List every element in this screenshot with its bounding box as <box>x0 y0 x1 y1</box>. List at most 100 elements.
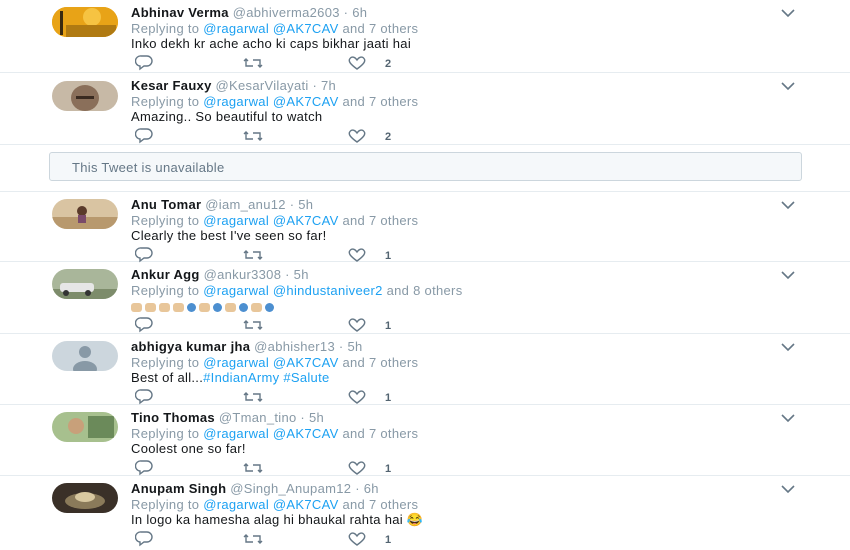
replying-suffix[interactable]: and 8 others <box>383 283 463 298</box>
retweet-icon[interactable] <box>242 531 264 547</box>
clap-emoji <box>239 303 248 312</box>
replying-suffix[interactable]: and 7 others <box>339 355 419 370</box>
handle-time[interactable]: @Singh_Anupam12 · 6h <box>230 481 379 496</box>
like-icon[interactable] <box>347 317 367 333</box>
tweet-text: Inko dekh kr ache acho ki caps bikhar ja… <box>131 36 412 51</box>
thumbs-up-emoji <box>145 303 156 312</box>
avatar-image <box>52 199 118 229</box>
display-name[interactable]: Ankur Agg <box>131 267 200 282</box>
mention-links[interactable]: @ragarwal @hindustaniveer2 <box>203 283 382 298</box>
tweet[interactable]: Abhinav Verma @abhiverma2603 · 6h Replyi… <box>0 0 850 73</box>
reply-icon[interactable] <box>135 247 153 263</box>
like-icon[interactable] <box>347 460 367 476</box>
replying-prefix: Replying to <box>131 497 204 512</box>
mention-links[interactable]: @ragarwal @AK7CAV <box>203 94 338 109</box>
chevron-down-icon[interactable] <box>780 411 796 423</box>
tweet[interactable]: abhigya kumar jha @abhisher13 · 5h Reply… <box>0 334 850 405</box>
retweet-icon[interactable] <box>242 55 264 71</box>
chevron-down-icon[interactable] <box>780 340 796 352</box>
replying-to: Replying to @ragarwal @AK7CAV and 7 othe… <box>131 213 418 228</box>
like-count: 1 <box>385 534 392 546</box>
tweet-header: Anu Tomar @iam_anu12 · 5h <box>131 197 313 212</box>
like-icon[interactable] <box>347 531 367 547</box>
reply-icon[interactable] <box>135 128 153 144</box>
display-name[interactable]: Anu Tomar <box>131 197 201 212</box>
handle-time[interactable]: @ankur3308 · 5h <box>204 267 309 282</box>
like-count: 1 <box>385 392 392 404</box>
replying-prefix: Replying to <box>131 213 204 228</box>
display-name[interactable]: Abhinav Verma <box>131 5 229 20</box>
retweet-icon[interactable] <box>242 128 264 144</box>
like-count: 1 <box>385 463 392 475</box>
reply-icon[interactable] <box>135 389 153 405</box>
replying-prefix: Replying to <box>131 283 204 298</box>
reply-icon[interactable] <box>135 317 153 333</box>
handle-time[interactable]: @Tman_tino · 5h <box>219 410 324 425</box>
mention-links[interactable]: @ragarwal @AK7CAV <box>203 21 338 36</box>
mention-links[interactable]: @ragarwal @AK7CAV <box>203 213 338 228</box>
emoji-row <box>131 299 331 312</box>
replying-suffix[interactable]: and 7 others <box>339 94 419 109</box>
avatar[interactable] <box>52 81 118 111</box>
thumbs-up-emoji <box>131 303 142 312</box>
mention-links[interactable]: @ragarwal @AK7CAV <box>203 497 338 512</box>
handle-time[interactable]: @abhisher13 · 5h <box>254 339 362 354</box>
display-name[interactable]: Anupam Singh <box>131 481 226 496</box>
reply-icon[interactable] <box>135 460 153 476</box>
avatar[interactable] <box>52 412 118 442</box>
replying-to: Replying to @ragarwal @hindustaniveer2 a… <box>131 283 463 298</box>
thumbs-up-emoji <box>159 303 170 312</box>
thumbs-up-emoji <box>225 303 236 312</box>
like-count: 1 <box>385 250 392 262</box>
replying-suffix[interactable]: and 7 others <box>339 497 419 512</box>
mention-links[interactable]: @ragarwal @AK7CAV <box>203 355 338 370</box>
avatar[interactable] <box>52 341 118 371</box>
replying-prefix: Replying to <box>131 355 204 370</box>
avatar[interactable] <box>52 269 118 299</box>
hashtag-links[interactable]: #IndianArmy #Salute <box>203 370 329 385</box>
reply-icon[interactable] <box>135 531 153 547</box>
handle-time[interactable]: @iam_anu12 · 5h <box>205 197 313 212</box>
retweet-icon[interactable] <box>242 317 264 333</box>
tweet[interactable]: Kesar Fauxy @KesarVilayati · 7h Replying… <box>0 73 850 145</box>
mention-links[interactable]: @ragarwal @AK7CAV <box>203 426 338 441</box>
retweet-icon[interactable] <box>242 389 264 405</box>
display-name[interactable]: Kesar Fauxy <box>131 78 212 93</box>
replying-suffix[interactable]: and 7 others <box>339 426 419 441</box>
like-icon[interactable] <box>347 389 367 405</box>
retweet-icon[interactable] <box>242 460 264 476</box>
like-icon[interactable] <box>347 128 367 144</box>
chevron-down-icon[interactable] <box>780 482 796 494</box>
replying-suffix[interactable]: and 7 others <box>339 213 419 228</box>
tweet-text: Clearly the best I've seen so far! <box>131 228 327 243</box>
avatar[interactable] <box>52 199 118 229</box>
chevron-down-icon[interactable] <box>780 198 796 210</box>
display-name[interactable]: abhigya kumar jha <box>131 339 250 354</box>
replying-prefix: Replying to <box>131 94 204 109</box>
tweet-actions: 1 <box>135 247 435 263</box>
reply-icon[interactable] <box>135 55 153 71</box>
avatar[interactable] <box>52 7 118 37</box>
handle-time[interactable]: @abhiverma2603 · 6h <box>233 5 368 20</box>
retweet-icon[interactable] <box>242 247 264 263</box>
avatar[interactable] <box>52 483 118 513</box>
tweet[interactable]: Anupam Singh @Singh_Anupam12 · 6h Replyi… <box>0 476 850 550</box>
tweet-text-plain: Best of all... <box>131 370 204 385</box>
tweet-text: In logo ka hamesha alag hi bhaukal rahta… <box>131 512 424 527</box>
tweet[interactable]: Ankur Agg @ankur3308 · 5h Replying to @r… <box>0 262 850 334</box>
reply-feed: Abhinav Verma @abhiverma2603 · 6h Replyi… <box>0 0 850 550</box>
replying-suffix[interactable]: and 7 others <box>339 21 419 36</box>
chevron-down-icon[interactable] <box>780 268 796 280</box>
replying-prefix: Replying to <box>131 426 204 441</box>
avatar-image <box>52 412 118 442</box>
handle-time[interactable]: @KesarVilayati · 7h <box>216 78 337 93</box>
clap-emoji <box>187 303 196 312</box>
chevron-down-icon[interactable] <box>780 79 796 91</box>
thumbs-up-emoji <box>251 303 262 312</box>
like-icon[interactable] <box>347 55 367 71</box>
tweet[interactable]: Anu Tomar @iam_anu12 · 5h Replying to @r… <box>0 191 850 263</box>
chevron-down-icon[interactable] <box>780 6 796 18</box>
display-name[interactable]: Tino Thomas <box>131 410 215 425</box>
tweet[interactable]: Tino Thomas @Tman_tino · 5h Replying to … <box>0 405 850 476</box>
like-icon[interactable] <box>347 247 367 263</box>
